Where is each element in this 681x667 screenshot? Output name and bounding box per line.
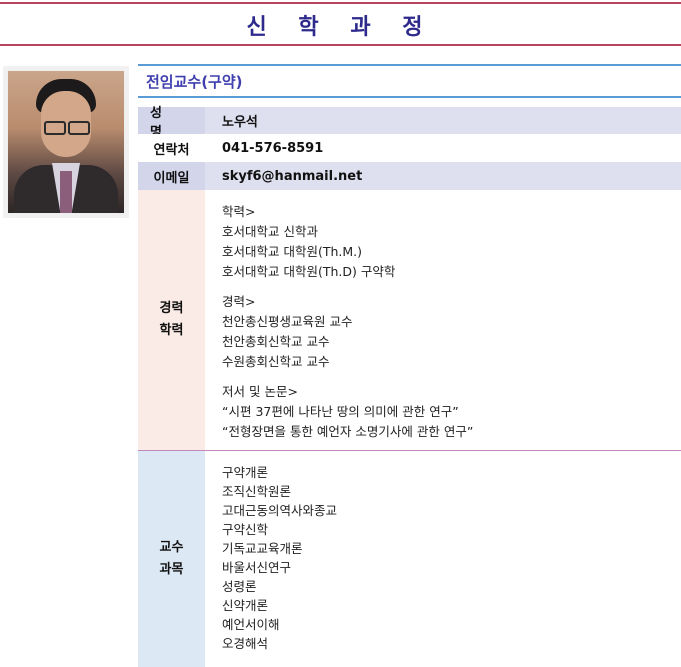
career-item: 수원총회신학교 교수 (222, 354, 330, 369)
section-bottom-rule (138, 96, 681, 98)
phone-row: 연락처 041-576-8591 (138, 134, 681, 162)
courses-block: 교수 과목 구약개론 조직신학원론 고대근동의역사와종교 구약신학 기독교교육개… (138, 451, 681, 667)
name-value: 노우석 (222, 115, 258, 130)
section-label: 전임교수(구약) (146, 73, 243, 91)
career-content: 학력> 호서대학교 신학과 호서대학교 대학원(Th.M.) 호서대학교 대학원… (222, 202, 677, 452)
page-header: 신 학 과 정 (0, 0, 681, 50)
courses-side-label: 교수 과목 (138, 451, 205, 667)
courses-side-line1: 교수 (159, 540, 184, 555)
education-item: 호서대학교 신학과 (222, 224, 318, 239)
email-value[interactable]: skyf6@hanmail.net (222, 162, 362, 190)
papers-heading: 저서 및 논문> (222, 384, 298, 399)
course-item: 조직신학원론 (222, 484, 292, 499)
papers-group: 저서 및 논문> “시편 37편에 나타난 땅의 의미에 관한 연구” “전형장… (222, 382, 677, 442)
header-bottom-rule (0, 44, 681, 46)
section-top-rule (138, 64, 681, 66)
email-row: 이메일 skyf6@hanmail.net (138, 162, 681, 190)
course-item: 신약개론 (222, 598, 269, 613)
career-item: 천안총회신학교 교수 (222, 334, 330, 349)
header-top-rule (0, 2, 681, 4)
career-side-label: 경력 학력 (138, 190, 205, 450)
education-item: 호서대학교 대학원(Th.D) 구약학 (222, 264, 396, 279)
courses-side-line2: 과목 (159, 562, 184, 577)
name-row: 성 명 노우석 (138, 106, 681, 140)
education-heading: 학력> (222, 204, 256, 219)
course-item: 성령론 (222, 579, 257, 594)
email-label: 이메일 (138, 162, 205, 190)
paper-item: “전형장면을 통한 예언자 소명기사에 관한 연구” (222, 424, 474, 439)
course-item: 바울서신연구 (222, 560, 292, 575)
course-item: 구약개론 (222, 465, 269, 480)
course-item: 고대근동의역사와종교 (222, 503, 338, 518)
course-item: 구약신학 (222, 522, 269, 537)
course-item: 오경해석 (222, 636, 269, 651)
education-group: 학력> 호서대학교 신학과 호서대학교 대학원(Th.M.) 호서대학교 대학원… (222, 202, 677, 282)
courses-list: 구약개론 조직신학원론 고대근동의역사와종교 구약신학 기독교교육개론 바울서신… (222, 463, 677, 653)
section-header: 전임교수(구약) (138, 64, 681, 98)
name-label: 성 명 (138, 106, 205, 140)
career-heading: 경력> (222, 294, 256, 309)
paper-item: “시편 37편에 나타난 땅의 의미에 관한 연구” (222, 404, 459, 419)
professor-photo (8, 71, 124, 213)
career-group: 경력> 천안총신평생교육원 교수 천안총회신학교 교수 수원총회신학교 교수 (222, 292, 677, 372)
phone-label: 연락처 (153, 142, 190, 158)
course-item: 예언서이해 (222, 617, 280, 632)
phone-value: 041-576-8591 (222, 140, 324, 156)
page-title: 신 학 과 정 (246, 15, 435, 40)
career-side-line1: 경력 (159, 301, 184, 316)
career-education-block: 경력 학력 학력> 호서대학교 신학과 호서대학교 대학원(Th.M.) 호서대… (138, 190, 681, 451)
career-item: 천안총신평생교육원 교수 (222, 314, 353, 329)
career-side-line2: 학력 (159, 323, 184, 338)
course-item: 기독교교육개론 (222, 541, 303, 556)
education-item: 호서대학교 대학원(Th.M.) (222, 244, 363, 259)
professor-photo-frame (3, 66, 129, 218)
